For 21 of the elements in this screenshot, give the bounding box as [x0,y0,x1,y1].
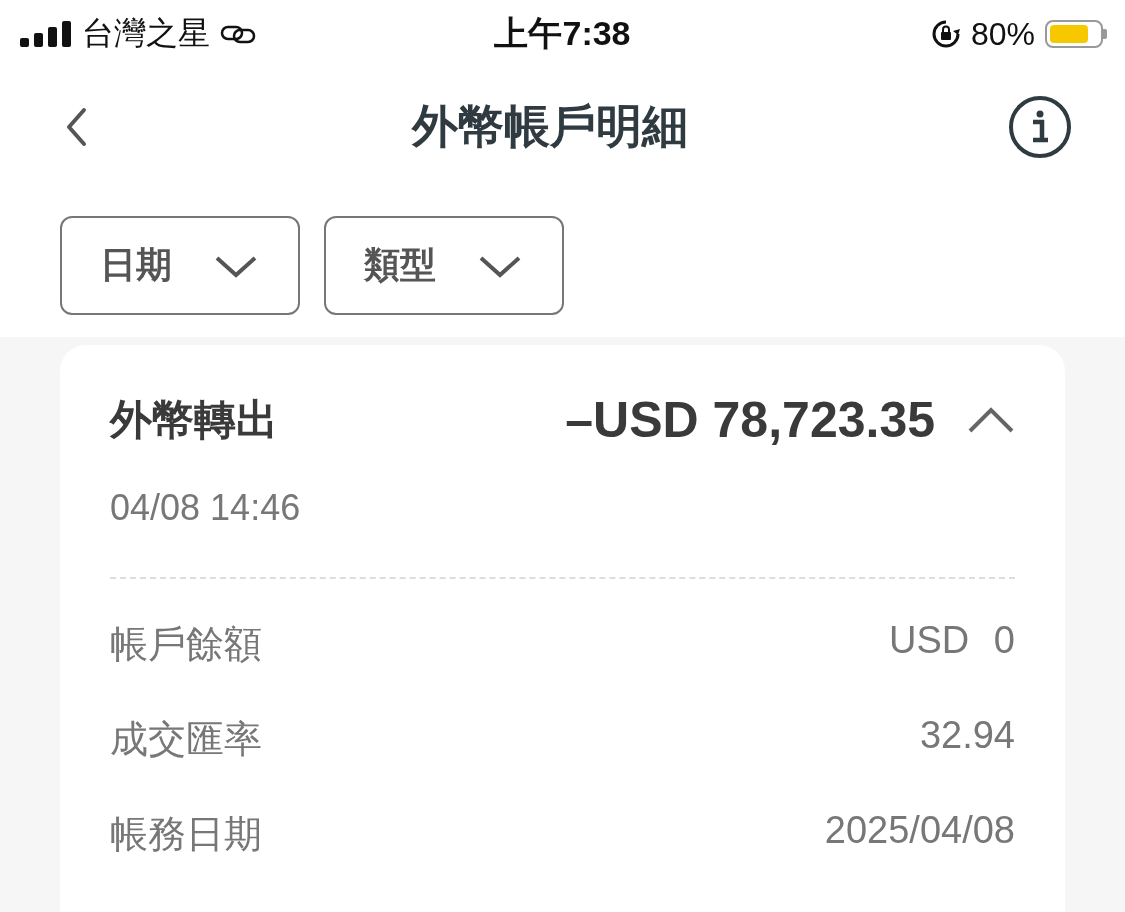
detail-value: 2025/04/08 [824,809,1015,853]
detail-label: 帳務日期 [110,812,262,857]
signal-icon [20,21,72,47]
link-icon [220,24,256,44]
carrier-name: 台灣之星 [82,14,210,53]
battery-percent: 80% [970,15,1035,53]
status-time: 上午7:38 [494,13,631,54]
transaction-amount: –USD 78,723.35 [565,391,935,449]
collapse-button[interactable] [967,406,1015,434]
transaction-type: 外幣轉出 [110,395,279,445]
detail-label: 成交匯率 [110,717,262,762]
page-title: 外幣帳戶明細 [411,99,688,154]
rotation-lock-icon [930,19,961,49]
battery-icon [1045,20,1107,48]
detail-value: 32.94 [919,714,1015,758]
filter-dropdown[interactable]: 類型 [324,216,564,315]
info-button[interactable] [1007,94,1073,160]
transaction-datetime: 04/08 14:46 [110,487,302,529]
filter-dropdown[interactable]: 日期 [60,216,300,315]
detail-value: USD 0 [889,619,1015,663]
detail-label: 帳戶餘額 [110,622,262,667]
